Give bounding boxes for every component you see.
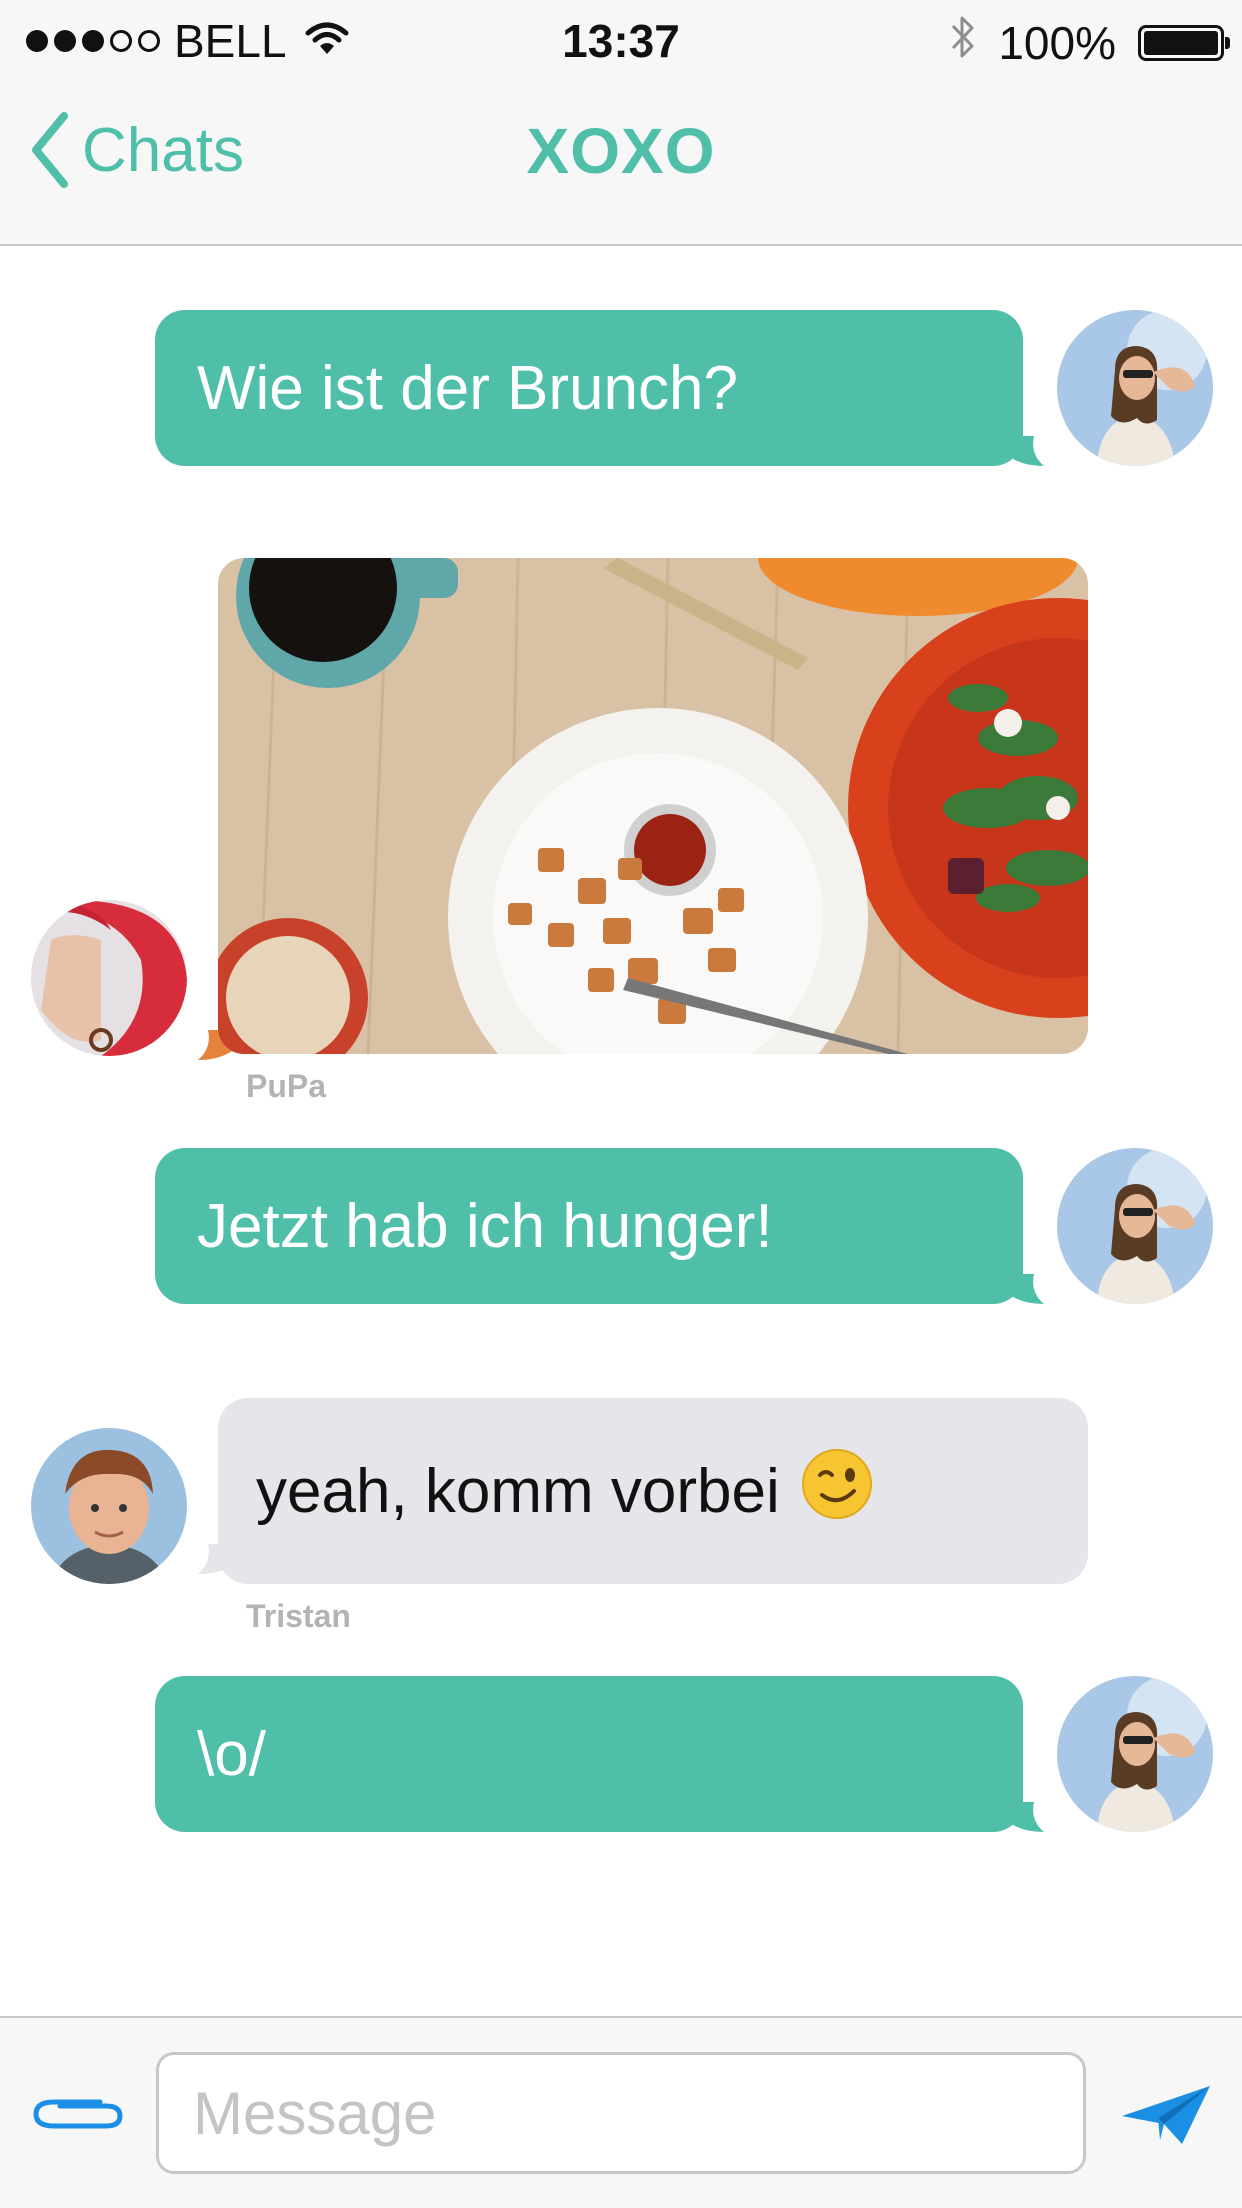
avatar-me[interactable] [1057, 1148, 1213, 1304]
message-bubble-outgoing[interactable]: Wie ist der Brunch? [155, 310, 1023, 466]
bluetooth-icon [950, 12, 976, 73]
winking-face-emoji-icon [800, 1447, 874, 1536]
battery-icon [1138, 24, 1230, 61]
message-bubble-incoming[interactable]: yeah, komm vorbei [218, 1398, 1088, 1584]
paperclip-icon [33, 2099, 123, 2129]
status-bar-right: 100% [950, 12, 1230, 73]
message-input-bar [0, 2016, 1242, 2208]
message-input[interactable] [156, 2052, 1086, 2174]
avatar-me[interactable] [1057, 1676, 1213, 1832]
message-bubble-outgoing[interactable]: \o/ [155, 1676, 1023, 1832]
sender-name: PuPa [246, 1068, 327, 1104]
bubble-tail [1000, 436, 1044, 466]
battery-percentage: 100% [998, 16, 1116, 69]
message-text: \o/ [197, 1719, 266, 1789]
message-image-brunch[interactable] [218, 558, 1088, 1054]
sender-name: Tristan [246, 1598, 351, 1634]
bubble-tail [1000, 1274, 1044, 1304]
navigation-bar: Chats XOXO [0, 80, 1242, 246]
avatar-tristan[interactable] [31, 1428, 187, 1584]
status-bar: BELL 13:37 100% [0, 0, 1242, 80]
message-bubble-outgoing[interactable]: Jetzt hab ich hunger! [155, 1148, 1023, 1304]
paper-plane-send-icon [1122, 2086, 1210, 2144]
avatar-pupa[interactable] [31, 900, 187, 1056]
message-text: Jetzt hab ich hunger! [197, 1191, 773, 1261]
attachment-button[interactable] [30, 2088, 126, 2145]
send-button[interactable] [1118, 2082, 1214, 2153]
avatar-me[interactable] [1057, 310, 1213, 466]
message-text: yeah, komm vorbei [256, 1456, 780, 1526]
message-text: Wie ist der Brunch? [197, 353, 738, 423]
bubble-tail [1000, 1802, 1044, 1832]
chat-title: XOXO [526, 115, 716, 187]
